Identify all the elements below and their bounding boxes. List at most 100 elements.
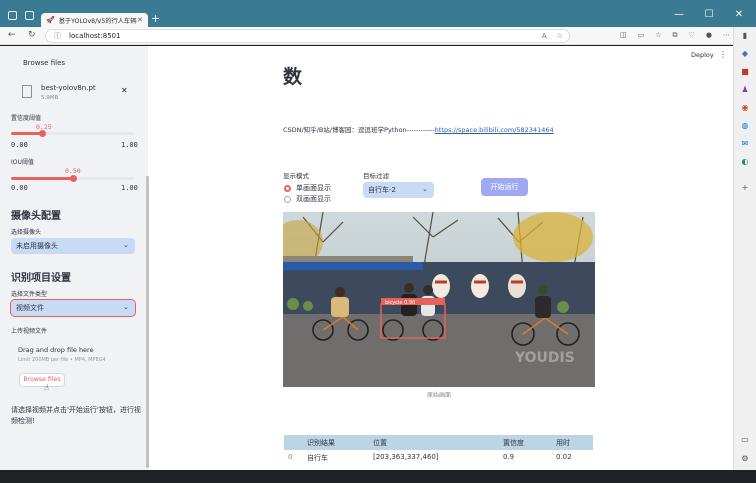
- confidence-slider-fill: [11, 132, 42, 135]
- cursor-icon: ☝: [44, 383, 49, 392]
- iou-slider-handle[interactable]: [69, 175, 77, 182]
- confidence-label: 置信度阈值: [11, 115, 42, 122]
- sidebar-scrollbar[interactable]: [146, 176, 149, 468]
- browse-files-link[interactable]: Browse files: [23, 59, 65, 67]
- new-tab-button[interactable]: +: [151, 12, 160, 25]
- maximize-button[interactable]: ☐: [704, 9, 714, 20]
- drop-text: Drag and drop file here: [18, 346, 94, 354]
- sidebar-toggle-icon[interactable]: ▮: [740, 31, 750, 41]
- cell-index: 0: [288, 453, 293, 461]
- streamlit-page: Browse files best-yolov8n.pt 5.9MB ✕ 置信度…: [0, 46, 733, 470]
- read-aloud-icon[interactable]: A: [542, 32, 547, 40]
- profile-icon[interactable]: ●: [706, 31, 712, 40]
- collections-icon[interactable]: ⧉: [673, 31, 678, 40]
- main-menu-icon[interactable]: ⋮: [719, 50, 727, 59]
- cell-result: 自行车: [307, 454, 328, 462]
- confidence-max: 1.00: [121, 141, 138, 149]
- iou-label: IOU阈值: [11, 159, 34, 166]
- file-size: 5.9MB: [41, 95, 59, 101]
- outlook-icon[interactable]: ✉: [740, 139, 750, 149]
- copilot-icon[interactable]: ◍: [740, 121, 750, 131]
- camera-select[interactable]: 未启用摄像头 ⌄: [11, 238, 135, 254]
- remove-file-icon[interactable]: ✕: [121, 86, 128, 95]
- file-type-label: 选择文件类型: [11, 291, 48, 298]
- split-screen-icon[interactable]: ▭: [638, 31, 645, 40]
- settings-gear-icon[interactable]: ⚙: [740, 454, 750, 464]
- start-run-button[interactable]: 开始运行: [481, 178, 528, 196]
- credit-line: CSDN/知乎/B站/博客园：逗逗班学Python------------htt…: [283, 124, 554, 134]
- address-bar[interactable]: ⓘ localhost:8501 A ☆: [45, 29, 570, 43]
- browser-title-bar: 🚀 基于YOLOv8/V5的行人车辆检测 ✕ + — ☐ ✕: [0, 0, 756, 27]
- iou-slider[interactable]: [11, 175, 134, 182]
- radio-dual-label: 双画面显示: [296, 195, 331, 203]
- heart-icon[interactable]: ♡: [689, 31, 695, 40]
- favorite-star-icon[interactable]: ☆: [557, 32, 563, 40]
- radio-single-dot: [284, 184, 291, 192]
- screen-icon[interactable]: ▭: [740, 435, 750, 445]
- confidence-slider[interactable]: [11, 130, 134, 137]
- chevron-down-icon: ⌄: [422, 185, 428, 193]
- table-row: 0 自行车 [203,363,337,460] 0.9 0.02: [284, 450, 593, 465]
- file-name: best-yolov8n.pt: [41, 84, 96, 92]
- video-caption: 原始画面: [427, 392, 452, 399]
- file-icon: [22, 85, 32, 98]
- credit-link[interactable]: https://space.bilibili.com/582341464: [435, 126, 554, 134]
- refresh-icon[interactable]: ↻: [28, 30, 36, 40]
- detection-label: bicycle 0.90: [385, 300, 415, 306]
- bottom-bar: [0, 470, 756, 483]
- favorites-icon[interactable]: ☆: [655, 31, 661, 40]
- radio-dual[interactable]: 双画面显示: [284, 194, 331, 204]
- drop-icon[interactable]: ◐: [740, 157, 750, 167]
- cell-confidence: 0.9: [503, 453, 515, 461]
- page-title: 数: [283, 66, 303, 88]
- briefcase-icon[interactable]: ■: [740, 67, 750, 77]
- target-filter-select[interactable]: 自行车-2 ⌄: [363, 182, 434, 198]
- workspaces-icon[interactable]: [8, 11, 17, 20]
- results-table: 识别结果 位置 置信度 用时 0 自行车 [203,363,337,460] 0…: [284, 435, 593, 465]
- radio-dual-dot: [284, 195, 291, 203]
- iou-value: 0.50: [65, 167, 81, 175]
- site-info-icon[interactable]: ⓘ: [54, 31, 61, 41]
- office-icon[interactable]: ◉: [740, 103, 750, 113]
- file-type-select[interactable]: 视频文件 ⌄: [10, 299, 136, 317]
- confidence-min: 0.00: [11, 141, 28, 149]
- deploy-button[interactable]: Deploy: [691, 51, 714, 59]
- table-header-row: 识别结果 位置 置信度 用时: [284, 435, 593, 450]
- games-icon[interactable]: ♟: [740, 85, 750, 95]
- iou-max: 1.00: [121, 184, 138, 192]
- chevron-down-icon: ⌄: [123, 303, 129, 311]
- credit-prefix: CSDN/知乎/B站/博客园：逗逗班学Python------------: [283, 126, 435, 134]
- browser-tab[interactable]: 🚀 基于YOLOv8/V5的行人车辆检测 ✕: [41, 13, 148, 27]
- more-icon[interactable]: ⋯: [723, 31, 730, 40]
- detect-config-header: 识别项目设置: [11, 273, 71, 284]
- tab-actions-icon[interactable]: [25, 11, 34, 20]
- watermark: YOUDIS: [514, 350, 575, 366]
- sidebar-hint: 请选择视频并点击'开始运行'按钮，进行视频检测!: [11, 406, 141, 425]
- add-icon[interactable]: +: [740, 183, 750, 193]
- minimize-button[interactable]: —: [674, 9, 684, 20]
- upload-video-label: 上传视频文件: [11, 328, 48, 335]
- edge-sidebar: ▮ ◆ ■ ♟ ◉ ◍ ✉ ◐ + ▭ ⚙: [733, 27, 756, 470]
- iou-slider-fill: [11, 177, 73, 180]
- navigation-bar: ← ↻ ⓘ localhost:8501 A ☆ ◫ ▭ ☆ ⧉ ♡ ● ⋯: [0, 27, 756, 45]
- radio-single[interactable]: 单画面显示: [284, 183, 331, 193]
- cell-position: [203,363,337,460]: [373, 453, 439, 461]
- url-text: localhost:8501: [69, 32, 121, 40]
- drop-limit: Limit 200MB per file • MP4, MPEG4: [18, 357, 106, 363]
- back-icon[interactable]: ←: [8, 30, 16, 40]
- cell-time: 0.02: [556, 453, 572, 461]
- sidebar: Browse files best-yolov8n.pt 5.9MB ✕ 置信度…: [0, 46, 148, 470]
- close-tab-icon[interactable]: ✕: [137, 16, 143, 24]
- file-type-value: 视频文件: [16, 304, 44, 312]
- confidence-slider-handle[interactable]: [38, 130, 46, 137]
- video-frame: bicycle 0.90 YOUDIS: [283, 212, 595, 387]
- browse-files-button[interactable]: Browse files: [19, 373, 65, 387]
- close-window-button[interactable]: ✕: [734, 9, 744, 20]
- tag-icon[interactable]: ◆: [740, 49, 750, 59]
- display-mode-label: 显示模式: [283, 172, 309, 180]
- camera-select-value: 未启用摄像头: [16, 242, 58, 250]
- file-dropzone[interactable]: Drag and drop file here Limit 200MB per …: [11, 336, 135, 396]
- extension-icon[interactable]: ◫: [620, 31, 627, 40]
- table-header-position: 位置: [373, 439, 387, 447]
- tab-actions: [8, 11, 34, 20]
